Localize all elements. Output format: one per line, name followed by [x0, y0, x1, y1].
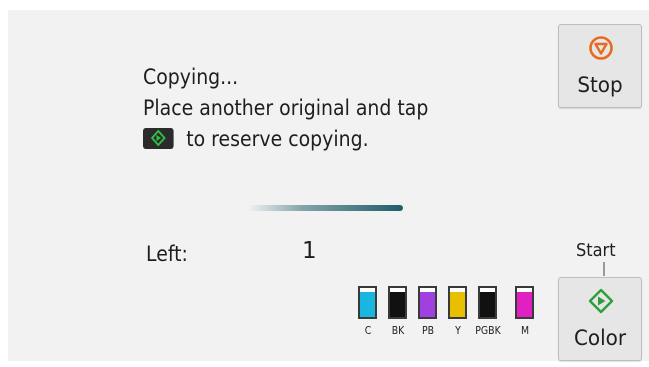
- progress-indicator: [248, 205, 403, 211]
- ink-label-y: Y: [455, 324, 461, 337]
- stop-button[interactable]: Stop: [558, 24, 642, 108]
- color-start-button[interactable]: Color: [558, 277, 642, 361]
- start-caption: Start: [576, 240, 616, 261]
- reserve-text: to reserve copying.: [186, 127, 369, 151]
- printer-panel-screen: Copying... Place another original and ta…: [8, 10, 649, 361]
- ink-tank-c: [358, 286, 377, 319]
- start-caption-connector: [603, 262, 605, 276]
- ink-tank-pb: [418, 286, 437, 319]
- ink-tank-y: [448, 286, 467, 319]
- color-button-label: Color: [573, 326, 627, 350]
- remaining-label: Left:: [146, 242, 188, 266]
- ink-label-c: C: [364, 324, 372, 337]
- stop-button-label: Stop: [577, 73, 623, 97]
- ink-tank-m: [515, 286, 534, 319]
- status-line-reserve: to reserve copying.: [143, 124, 428, 155]
- ink-label-pgbk: PGBK: [475, 324, 501, 337]
- status-message: Copying... Place another original and ta…: [143, 62, 428, 155]
- start-diamond-icon: [143, 128, 174, 149]
- ink-tank-bk: [388, 286, 407, 319]
- remaining-value: 1: [302, 238, 317, 264]
- ink-label-m: M: [520, 324, 530, 337]
- ink-tank-pgbk: [478, 286, 497, 319]
- stop-icon: [588, 35, 614, 65]
- ink-label-bk: BK: [391, 324, 405, 337]
- status-line-copying: Copying...: [143, 65, 239, 89]
- start-diamond-icon: [588, 288, 614, 318]
- ink-label-pb: PB: [421, 324, 435, 337]
- status-line-instruction: Place another original and tap: [143, 96, 429, 120]
